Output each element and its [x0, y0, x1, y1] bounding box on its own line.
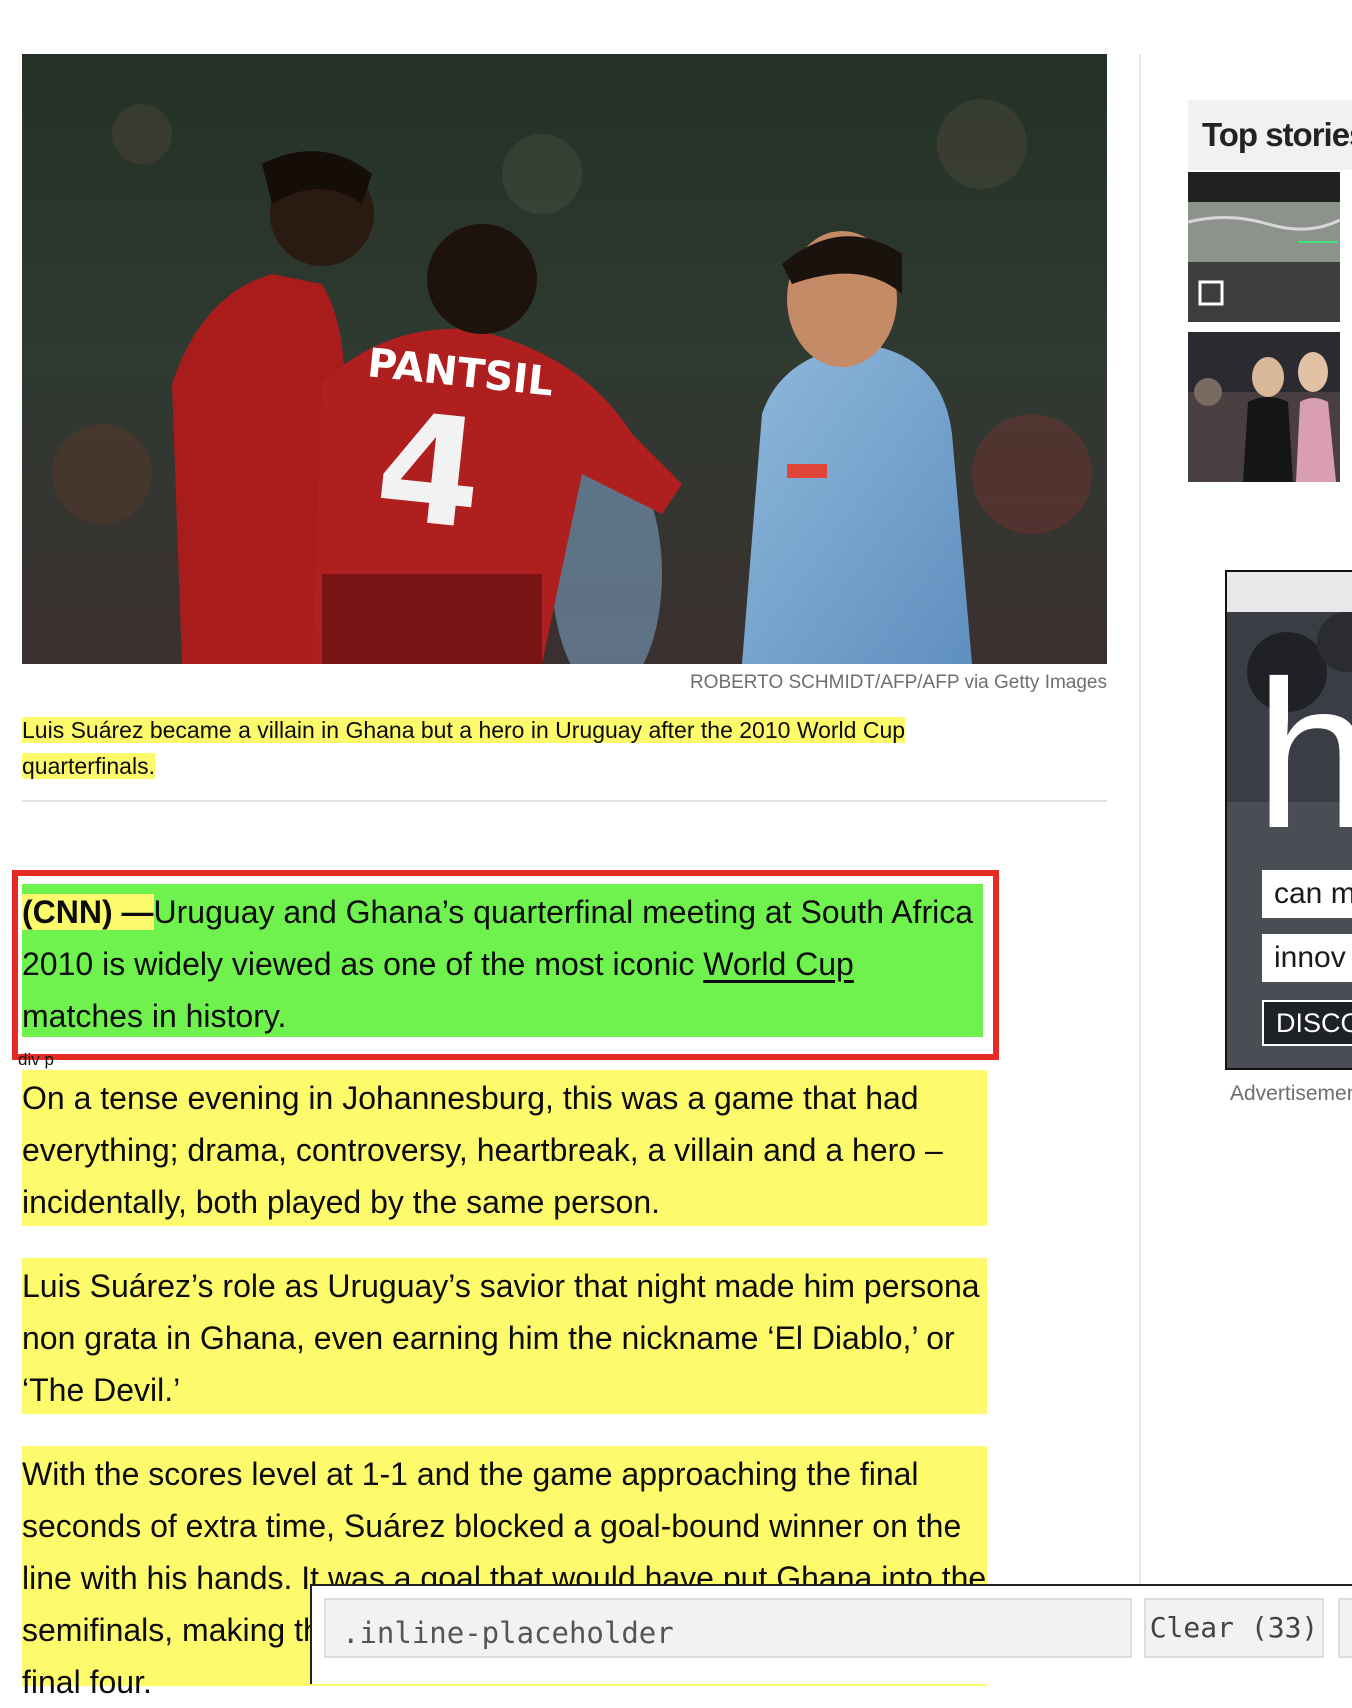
video-thumbnail-image: [1188, 172, 1340, 322]
clear-button[interactable]: Clear (33): [1144, 1598, 1324, 1658]
advertisement-label: Advertisement: [1230, 1082, 1352, 1105]
selection-highlight-box: [12, 870, 999, 1060]
red-carpet-thumbnail-image: [1188, 332, 1340, 482]
article-paragraph: Luis Suárez’s role as Uruguay’s savior t…: [22, 1258, 987, 1414]
soccer-players-photo: PANTSIL 4: [22, 54, 1107, 664]
ad-cta-button[interactable]: DISCO: [1262, 1000, 1352, 1046]
photo-caption: Luis Suárez became a villain in Ghana bu…: [22, 712, 982, 784]
photo-caption-text: Luis Suárez became a villain in Ghana bu…: [22, 717, 906, 779]
ad-headline-letter: h: [1255, 650, 1352, 860]
top-stories-heading: Top stories: [1188, 100, 1352, 170]
ad-text-chip: innov: [1262, 934, 1352, 982]
ad-text-chip: can m: [1262, 870, 1352, 918]
photo-credit: ROBERTO SCHMIDT/AFP/AFP via Getty Images: [689, 672, 1107, 693]
selector-input[interactable]: [324, 1598, 1132, 1658]
jersey-number: 4: [368, 380, 490, 564]
top-story-thumbnail[interactable]: [1188, 332, 1340, 482]
article-hero-photo: PANTSIL 4: [22, 54, 1107, 664]
toolbar-extra-button[interactable]: [1338, 1598, 1352, 1658]
selector-toolbar: Clear (33): [310, 1584, 1352, 1684]
article-paragraph: On a tense evening in Johannesburg, this…: [22, 1070, 987, 1226]
caption-divider: [22, 800, 1107, 802]
sidebar-divider: [1139, 54, 1141, 1684]
advertisement[interactable]: h can m innov DISCO: [1225, 570, 1352, 1070]
top-story-thumbnail[interactable]: [1188, 172, 1340, 322]
selection-label: div p: [18, 1050, 54, 1069]
